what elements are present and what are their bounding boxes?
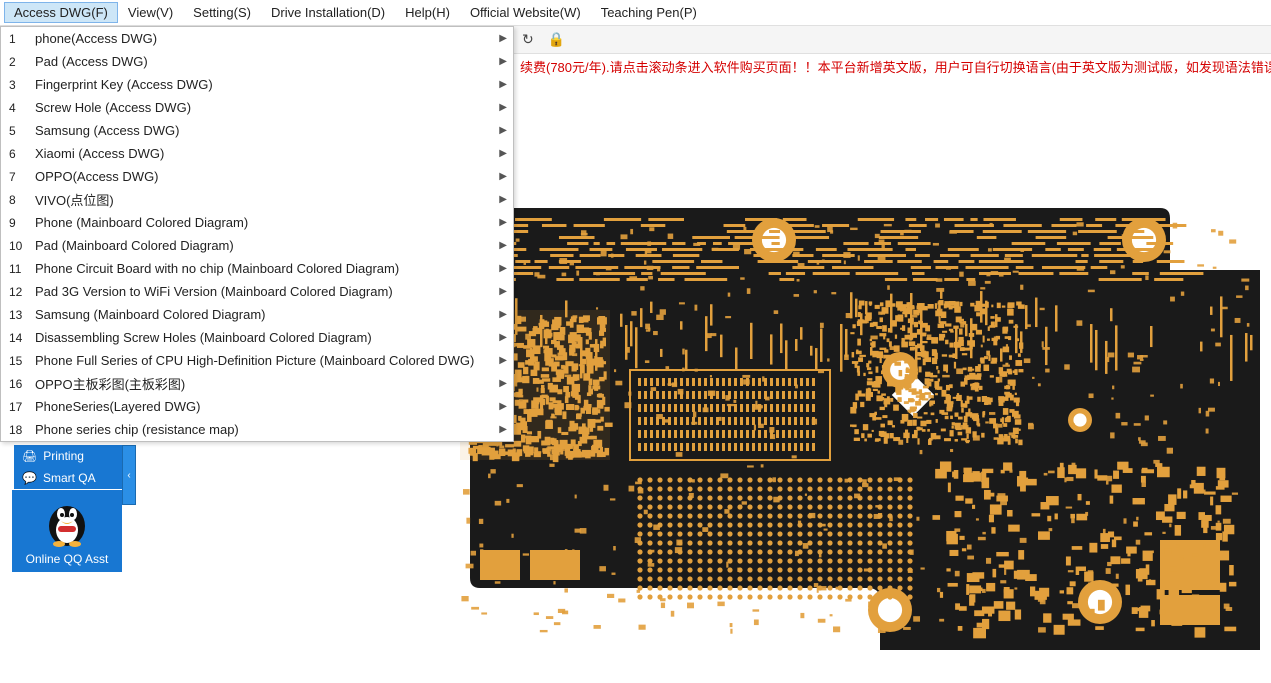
dropdown-item-label: Disassembling Screw Holes (Mainboard Col… <box>29 330 499 345</box>
submenu-arrow-icon: ▶ <box>499 332 507 343</box>
submenu-arrow-icon: ▶ <box>499 309 507 320</box>
submenu-arrow-icon: ▶ <box>499 171 507 182</box>
dropdown-item-10[interactable]: 10Pad (Mainboard Colored Diagram)▶ <box>1 234 513 257</box>
dropdown-item-number: 13 <box>9 308 29 322</box>
dropdown-item-label: Pad (Mainboard Colored Diagram) <box>29 238 499 253</box>
dropdown-item-13[interactable]: 13Samsung (Mainboard Colored Diagram)▶ <box>1 303 513 326</box>
dropdown-item-number: 7 <box>9 170 29 184</box>
dropdown-item-9[interactable]: 9Phone (Mainboard Colored Diagram)▶ <box>1 211 513 234</box>
dropdown-item-number: 2 <box>9 55 29 69</box>
submenu-arrow-icon: ▶ <box>499 378 507 389</box>
dropdown-item-label: PhoneSeries(Layered DWG) <box>29 399 499 414</box>
menu-setting[interactable]: Setting(S) <box>183 2 261 23</box>
submenu-arrow-icon: ▶ <box>499 217 507 228</box>
qq-label: Online QQ Asst <box>12 552 122 566</box>
notice-banner: 续费(780元/年).请点击滚动条进入软件购买页面！！本平台新增英文版，用户可自… <box>514 54 1271 79</box>
menu-help[interactable]: Help(H) <box>395 2 460 23</box>
dropdown-item-18[interactable]: 18Phone series chip (resistance map)▶ <box>1 418 513 441</box>
qq-penguin-icon <box>44 496 90 548</box>
chat-icon: 💬 <box>22 471 37 485</box>
submenu-arrow-icon: ▶ <box>499 286 507 297</box>
dropdown-item-5[interactable]: 5Samsung (Access DWG)▶ <box>1 119 513 142</box>
dropdown-item-label: Phone Full Series of CPU High-Definition… <box>29 353 499 368</box>
dropdown-item-6[interactable]: 6Xiaomi (Access DWG)▶ <box>1 142 513 165</box>
dropdown-item-label: Samsung (Mainboard Colored Diagram) <box>29 307 499 322</box>
dropdown-item-4[interactable]: 4Screw Hole (Access DWG)▶ <box>1 96 513 119</box>
sidebar: 🖨 Printing 💬 Smart QA <box>14 445 122 489</box>
dropdown-item-label: phone(Access DWG) <box>29 31 499 46</box>
submenu-arrow-icon: ▶ <box>499 102 507 113</box>
submenu-arrow-icon: ▶ <box>499 240 507 251</box>
dropdown-item-label: VIVO(点位图) <box>29 190 499 209</box>
dropdown-item-number: 4 <box>9 101 29 115</box>
submenu-arrow-icon: ▶ <box>499 148 507 159</box>
dropdown-item-label: Pad 3G Version to WiFi Version (Mainboar… <box>29 284 499 299</box>
submenu-arrow-icon: ▶ <box>499 79 507 90</box>
dropdown-item-label: OPPO(Access DWG) <box>29 169 499 184</box>
dropdown-item-number: 6 <box>9 147 29 161</box>
submenu-arrow-icon: ▶ <box>499 56 507 67</box>
submenu-arrow-icon: ▶ <box>499 125 507 136</box>
access-dwg-dropdown: 1phone(Access DWG)▶2Pad (Access DWG)▶3Fi… <box>0 26 514 442</box>
menu-drive-installation[interactable]: Drive Installation(D) <box>261 2 395 23</box>
submenu-arrow-icon: ▶ <box>499 401 507 412</box>
sidebar-item-smart-qa[interactable]: 💬 Smart QA <box>14 467 122 489</box>
dropdown-item-number: 1 <box>9 32 29 46</box>
dropdown-item-16[interactable]: 16OPPO主板彩图(主板彩图)▶ <box>1 372 513 395</box>
dropdown-item-number: 14 <box>9 331 29 345</box>
dropdown-item-label: Xiaomi (Access DWG) <box>29 146 499 161</box>
dropdown-item-number: 18 <box>9 423 29 437</box>
dropdown-item-number: 17 <box>9 400 29 414</box>
sidebar-label-printing: Printing <box>43 449 84 463</box>
dropdown-item-8[interactable]: 8VIVO(点位图)▶ <box>1 188 513 211</box>
dropdown-item-number: 11 <box>9 262 29 276</box>
dropdown-item-number: 15 <box>9 354 29 368</box>
menu-view[interactable]: View(V) <box>118 2 183 23</box>
sidebar-collapse-button[interactable]: ‹ <box>122 445 136 505</box>
printer-icon: 🖨 <box>22 449 37 463</box>
submenu-arrow-icon: ▶ <box>499 424 507 435</box>
menu-teaching-pen[interactable]: Teaching Pen(P) <box>591 2 707 23</box>
menu-official-website[interactable]: Official Website(W) <box>460 2 591 23</box>
dropdown-item-label: Phone Circuit Board with no chip (Mainbo… <box>29 261 499 276</box>
dropdown-item-17[interactable]: 17PhoneSeries(Layered DWG)▶ <box>1 395 513 418</box>
submenu-arrow-icon: ▶ <box>499 33 507 44</box>
dropdown-item-number: 3 <box>9 78 29 92</box>
dropdown-item-label: Phone series chip (resistance map) <box>29 422 499 437</box>
lock-icon[interactable]: 🔒 <box>548 31 565 48</box>
dropdown-item-1[interactable]: 1phone(Access DWG)▶ <box>1 27 513 50</box>
dropdown-item-label: Fingerprint Key (Access DWG) <box>29 77 499 92</box>
dropdown-item-7[interactable]: 7OPPO(Access DWG)▶ <box>1 165 513 188</box>
sidebar-item-printing[interactable]: 🖨 Printing <box>14 445 122 467</box>
dropdown-item-number: 10 <box>9 239 29 253</box>
dropdown-item-label: Pad (Access DWG) <box>29 54 499 69</box>
dropdown-item-number: 12 <box>9 285 29 299</box>
dropdown-item-15[interactable]: 15Phone Full Series of CPU High-Definiti… <box>1 349 513 372</box>
toolbar: ↻ 🔒 <box>514 26 1271 54</box>
dropdown-item-label: Screw Hole (Access DWG) <box>29 100 499 115</box>
sidebar-label-smart-qa: Smart QA <box>43 471 96 485</box>
menu-access-dwg[interactable]: Access DWG(F) <box>4 2 118 23</box>
submenu-arrow-icon: ▶ <box>499 355 507 366</box>
dropdown-item-14[interactable]: 14Disassembling Screw Holes (Mainboard C… <box>1 326 513 349</box>
dropdown-item-label: Phone (Mainboard Colored Diagram) <box>29 215 499 230</box>
dropdown-item-2[interactable]: 2Pad (Access DWG)▶ <box>1 50 513 73</box>
submenu-arrow-icon: ▶ <box>499 263 507 274</box>
dropdown-item-3[interactable]: 3Fingerprint Key (Access DWG)▶ <box>1 73 513 96</box>
refresh-icon[interactable]: ↻ <box>522 31 534 48</box>
dropdown-item-12[interactable]: 12Pad 3G Version to WiFi Version (Mainbo… <box>1 280 513 303</box>
menubar: Access DWG(F) View(V) Setting(S) Drive I… <box>0 0 1271 26</box>
dropdown-item-label: Samsung (Access DWG) <box>29 123 499 138</box>
dropdown-item-label: OPPO主板彩图(主板彩图) <box>29 374 499 393</box>
submenu-arrow-icon: ▶ <box>499 194 507 205</box>
dropdown-item-number: 9 <box>9 216 29 230</box>
dropdown-item-number: 16 <box>9 377 29 391</box>
qq-assistant-block[interactable]: Online QQ Asst <box>12 490 122 572</box>
dropdown-item-number: 5 <box>9 124 29 138</box>
dropdown-item-number: 8 <box>9 193 29 207</box>
dropdown-item-11[interactable]: 11Phone Circuit Board with no chip (Main… <box>1 257 513 280</box>
